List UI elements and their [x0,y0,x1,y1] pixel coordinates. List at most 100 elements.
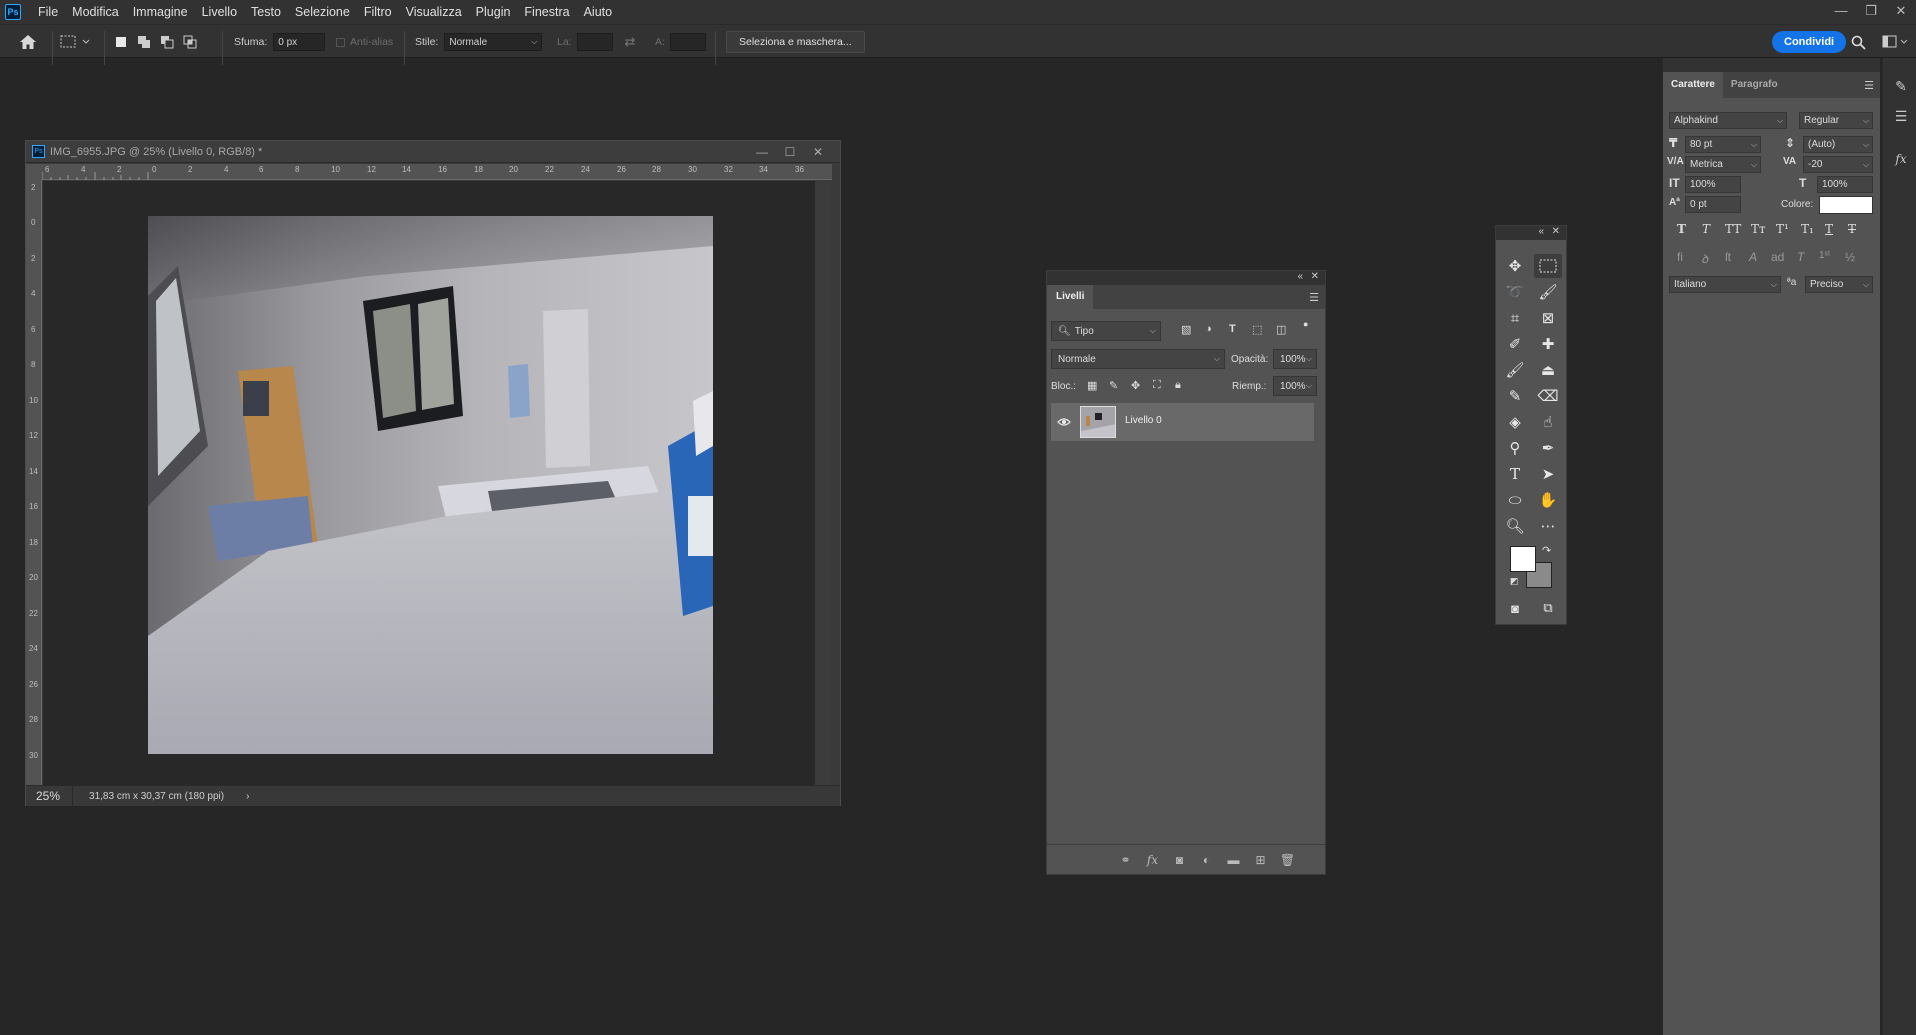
path-selection-tool-icon[interactable]: ➤ [1534,462,1562,486]
small-caps-icon[interactable]: Tт [1751,222,1766,236]
font-size-input[interactable]: 80 pt ⌵ [1685,136,1761,153]
font-family-select[interactable]: Alphakind ⌵ [1669,112,1787,129]
swash-icon[interactable]: A [1749,250,1757,264]
ellipse-tool-icon[interactable]: ⬭ [1501,488,1529,512]
quick-selection-tool-icon[interactable]: 🖌︎ [1534,280,1562,304]
crop-tool-icon[interactable]: ⌗ [1501,306,1529,330]
lock-image-icon[interactable]: ✎ [1109,379,1118,392]
collapse-icon[interactable]: « [1297,271,1303,282]
opacity-input[interactable]: 100% ⌵ [1273,349,1317,369]
tab-carattere[interactable]: Carattere [1663,72,1723,98]
history-brush-tool-icon[interactable]: ✎ [1501,384,1529,408]
feather-input[interactable]: 0 px [273,33,326,51]
discretionary-icon[interactable]: ſt [1725,250,1731,264]
document-photo[interactable] [148,216,713,754]
add-mask-icon[interactable]: ◙ [1166,853,1193,867]
menu-selezione[interactable]: Selezione [288,0,357,24]
leading-input[interactable]: (Auto) ⌵ [1803,136,1873,153]
font-style-select[interactable]: Regular ⌵ [1799,112,1873,129]
character-panel-grip[interactable] [1663,58,1880,72]
more-tools-icon[interactable]: ⋯ [1534,514,1562,538]
filter-adjustment-icon[interactable]: ◑ [1205,323,1212,335]
hand-tool-icon[interactable]: ✋ [1534,488,1562,512]
intersect-selection-icon[interactable] [183,35,197,49]
select-and-mask-button[interactable]: Seleziona e maschera... [726,31,865,53]
type-tool-icon[interactable]: T [1501,462,1529,486]
subscript-icon[interactable]: T₁ [1801,222,1814,236]
kerning-select[interactable]: Metrica ⌵ [1685,156,1761,173]
ligatures-icon[interactable]: ﬁ [1677,250,1683,264]
move-tool-icon[interactable]: ✥ [1501,254,1529,278]
horizontal-ruler[interactable]: 6 4 2 0 2 4 6 8 10 12 14 16 18 20 22 24 … [42,164,832,180]
minimize-icon[interactable]: — [1826,0,1856,24]
doc-close-icon[interactable]: ✕ [804,145,832,159]
close-icon[interactable]: ✕ [1886,0,1916,24]
panel-close-icon[interactable]: ✕ [1552,226,1560,237]
tools-panel-grip[interactable]: « ✕ [1496,226,1566,240]
collapse-icon[interactable]: « [1538,226,1544,237]
height-input[interactable] [669,33,706,51]
trash-icon[interactable]: 🗑︎ [1274,853,1301,867]
filter-toggle-icon[interactable]: ● [1303,319,1308,329]
canvas-area[interactable] [43,181,815,785]
screen-mode-icon[interactable]: ⧉ [1534,596,1562,620]
menu-file[interactable]: File [31,0,65,24]
clone-stamp-tool-icon[interactable]: ⏏ [1534,358,1562,382]
lock-transparent-icon[interactable]: ▦ [1087,379,1097,392]
tracking-select[interactable]: -20 ⌵ [1803,156,1873,173]
filter-smart-object-icon[interactable]: ◫ [1276,323,1286,336]
share-button[interactable]: Condividi [1772,31,1847,53]
vertical-scale-input[interactable]: 100% [1685,176,1741,193]
menu-finestra[interactable]: Finestra [517,0,576,24]
zoom-tool-icon[interactable]: 🔍︎ [1501,514,1529,538]
text-color-swatch[interactable] [1819,196,1873,214]
adjustment-layer-icon[interactable]: ◐ [1193,853,1220,867]
tab-paragrafo[interactable]: Paragrafo [1723,72,1786,98]
layer-thumbnail[interactable] [1080,406,1116,438]
menu-visualizza[interactable]: Visualizza [399,0,469,24]
ruler-origin[interactable] [26,164,42,180]
styles-fx-icon[interactable]: fx [1891,152,1911,172]
panel-menu-icon[interactable]: ☰ [1864,79,1874,92]
menu-plugin[interactable]: Plugin [469,0,518,24]
horizontal-scale-input[interactable]: 100% [1817,176,1873,193]
home-icon[interactable] [14,25,42,59]
language-select[interactable]: Italiano ⌵ [1669,276,1781,293]
dodge-tool-icon[interactable]: ⚲ [1501,436,1529,460]
ordinals-icon[interactable]: 1ˢᵗ [1819,250,1830,261]
superscript-icon[interactable]: T¹ [1776,222,1789,236]
healing-brush-tool-icon[interactable]: ✚ [1534,332,1562,356]
menu-livello[interactable]: Livello [195,0,244,24]
lasso-tool-icon[interactable]: ➰ [1501,280,1529,304]
eyedropper-tool-icon[interactable]: ✐ [1501,332,1529,356]
quick-mask-icon[interactable]: ◙ [1501,596,1529,620]
pen-tool-icon[interactable]: ✒ [1534,436,1562,460]
menu-filtro[interactable]: Filtro [357,0,399,24]
eraser-tool-icon[interactable]: ⌫ [1534,384,1562,408]
lock-all-icon[interactable]: 🔒︎ [1175,379,1181,392]
brush-settings-icon[interactable]: ✎ [1891,78,1911,98]
layers-panel-grip[interactable]: « ✕ [1047,271,1325,285]
document-titlebar[interactable]: Ps IMG_6955.JPG @ 25% (Livello 0, RGB/8)… [26,141,840,163]
width-input[interactable] [576,33,613,51]
default-colors-icon[interactable]: ◩ [1510,576,1519,587]
add-selection-icon[interactable] [137,35,151,49]
menu-modifica[interactable]: Modifica [65,0,126,24]
doc-minimize-icon[interactable]: — [748,145,776,159]
paint-bucket-tool-icon[interactable]: ◈ [1501,410,1529,434]
layer-filter-select[interactable]: 🔍︎ Tipo ⌵ [1051,321,1161,341]
titling-icon[interactable]: T [1797,250,1804,264]
strikethrough-icon[interactable]: T [1848,222,1856,236]
fx-icon[interactable]: fx [1139,853,1166,867]
faux-bold-icon[interactable]: T [1677,222,1686,236]
adjustments-icon[interactable]: ☰ [1891,108,1911,128]
all-caps-icon[interactable]: TT [1725,222,1741,236]
filter-shape-icon[interactable]: ⬚ [1252,323,1262,336]
faux-italic-icon[interactable]: T [1702,222,1710,236]
blend-mode-select[interactable]: Normale ⌵ [1051,349,1225,369]
style-select[interactable]: Normale ⌵ [444,33,543,51]
stylistic-alternates-icon[interactable]: ad [1771,250,1784,264]
lock-position-icon[interactable]: ✥ [1131,379,1140,392]
smudge-tool-icon[interactable]: ☝ [1534,410,1562,434]
panel-close-icon[interactable]: ✕ [1311,271,1319,282]
